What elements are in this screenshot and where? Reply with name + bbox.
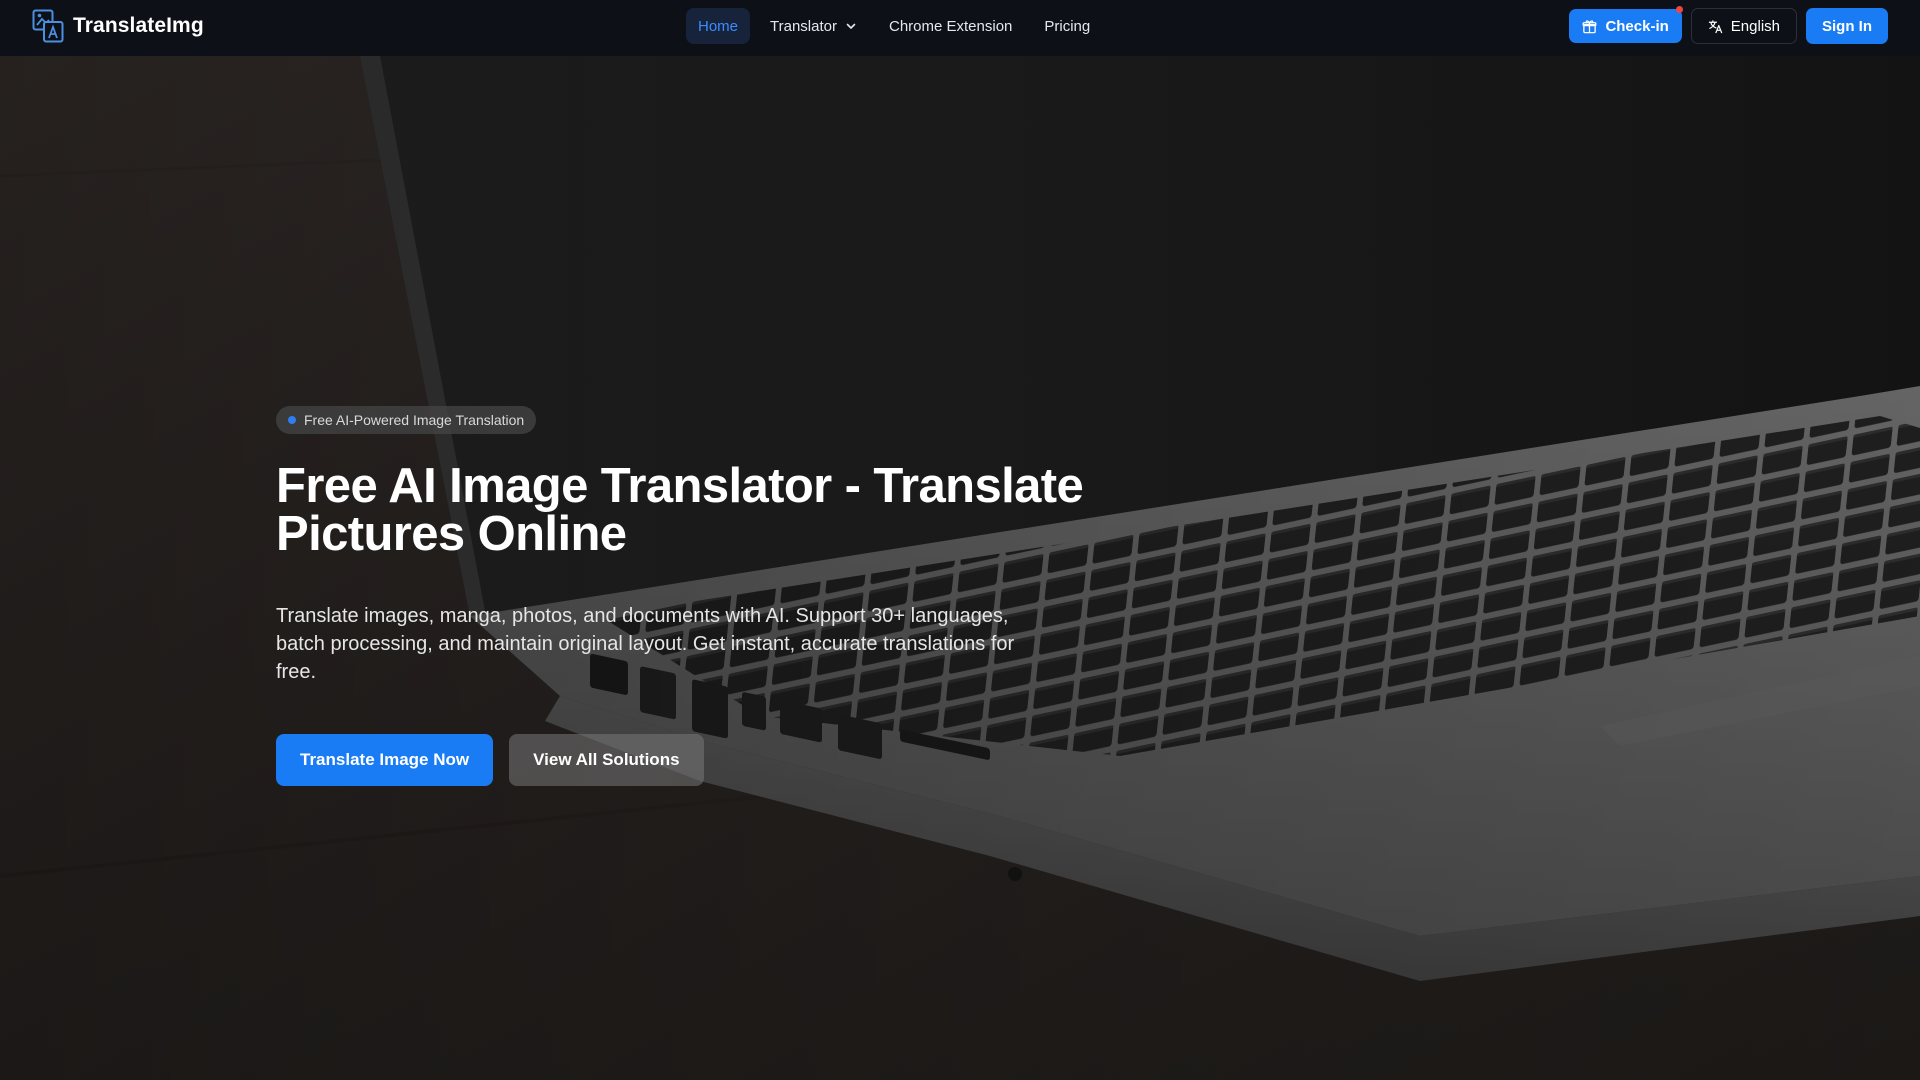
sign-in-label: Sign In bbox=[1822, 17, 1872, 35]
translate-icon bbox=[1708, 19, 1722, 33]
nav-home-label: Home bbox=[698, 17, 739, 35]
page: TranslateImg Home Translator Chrome Exte… bbox=[0, 0, 1920, 1080]
translate-image-logo-icon bbox=[32, 9, 64, 43]
view-all-solutions-label: View All Solutions bbox=[533, 750, 680, 769]
hero-badge: Free AI-Powered Image Translation bbox=[276, 406, 537, 434]
check-in-button[interactable]: Check-in bbox=[1569, 6, 1683, 43]
notification-dot bbox=[1675, 6, 1683, 13]
top-navbar: TranslateImg Home Translator Chrome Exte… bbox=[0, 0, 1920, 56]
status-dot-icon bbox=[288, 416, 296, 424]
sign-in-button[interactable]: Sign In bbox=[1806, 8, 1888, 44]
hero-overlay bbox=[0, 56, 1920, 1080]
hero-title: Free AI Image Translator - Translate Pic… bbox=[276, 459, 1084, 561]
brand-name: TranslateImg bbox=[73, 14, 204, 37]
check-in-label: Check-in bbox=[1605, 17, 1669, 35]
nav-chrome-extension[interactable]: Chrome Extension bbox=[877, 8, 1024, 44]
language-label: English bbox=[1730, 17, 1780, 35]
chevron-down-icon bbox=[846, 23, 856, 29]
main-nav: Home Translator Chrome Extension Pricing bbox=[686, 8, 1102, 44]
translate-image-now-label: Translate Image Now bbox=[300, 750, 470, 769]
nav-translator-label: Translator bbox=[770, 17, 837, 35]
navbar-actions: Check-in English Sign In bbox=[1569, 6, 1888, 44]
nav-pricing[interactable]: Pricing bbox=[1032, 8, 1102, 44]
gift-icon bbox=[1582, 19, 1597, 33]
language-selector[interactable]: English bbox=[1690, 8, 1797, 44]
nav-pricing-label: Pricing bbox=[1044, 17, 1091, 35]
nav-home[interactable]: Home bbox=[686, 8, 751, 44]
hero-cta-row: Translate Image Now View All Solutions bbox=[276, 734, 704, 786]
brand[interactable]: TranslateImg bbox=[32, 9, 204, 43]
nav-chrome-extension-label: Chrome Extension bbox=[888, 17, 1013, 35]
hero-subtitle: Translate images, manga, photos, and doc… bbox=[276, 605, 1015, 683]
hero-badge-label: Free AI-Powered Image Translation bbox=[304, 412, 525, 428]
translate-image-now-button[interactable]: Translate Image Now bbox=[276, 734, 494, 786]
view-all-solutions-button[interactable]: View All Solutions bbox=[509, 734, 704, 786]
nav-translator-dropdown[interactable]: Translator bbox=[758, 8, 869, 44]
